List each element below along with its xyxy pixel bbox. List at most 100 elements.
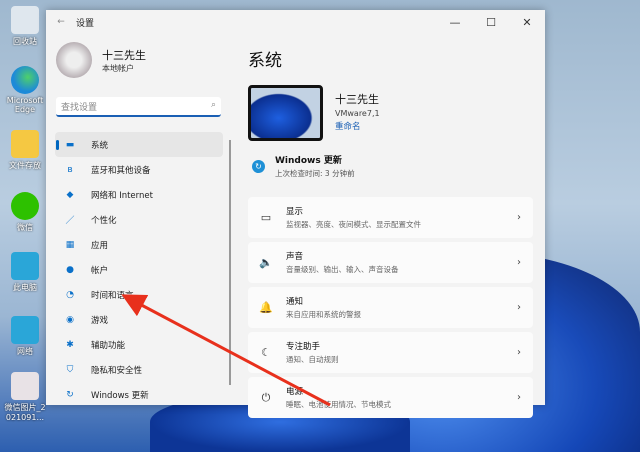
chevron-right-icon: › <box>517 257 521 268</box>
windows-update-status[interactable]: ↻ Windows 更新上次检查时间: 3 分钟前 <box>248 153 533 179</box>
sidebar-item-label: 隐私和安全性 <box>91 365 143 376</box>
sidebar-item-label: 系统 <box>91 140 109 151</box>
nav-icon: ▦ <box>65 239 75 250</box>
nav-icon: ● <box>66 264 74 275</box>
image-file-icon <box>11 372 39 400</box>
search-placeholder: 查找设置 <box>61 103 98 113</box>
minimize-button[interactable]: — <box>437 16 473 29</box>
recycle-bin-icon <box>11 6 39 34</box>
sidebar-item-label: 网络和 Internet <box>91 190 153 201</box>
sidebar-item[interactable]: ʙ 蓝牙和其他设备 <box>55 157 223 182</box>
sidebar-item[interactable]: ✱ 辅助功能 <box>55 332 223 357</box>
sidebar-item[interactable]: ◆ 网络和 Internet <box>55 182 223 207</box>
desktop-icon-edge[interactable]: Microsoft Edge <box>4 66 46 114</box>
chevron-right-icon: › <box>517 302 521 313</box>
card-subtitle: 监视器、亮度、夜间模式、显示配置文件 <box>286 220 421 229</box>
sidebar-nav: ▬ 系统 ʙ 蓝牙和其他设备 ◆ 网络和 Internet ／ 个性化 ▦ 应用 ● 帐户 ◔ 时间和语言… <box>55 132 223 407</box>
desktop-icon-label: 微信 <box>17 223 33 232</box>
rename-link[interactable]: 重命名 <box>335 120 380 132</box>
nav-icon: ◆ <box>66 189 74 200</box>
nav-icon: ◉ <box>66 314 74 325</box>
edge-icon <box>11 66 39 94</box>
card-subtitle: 睡眠、电池使用情况、节电模式 <box>286 400 391 409</box>
desktop-icon-this-pc[interactable]: 此电脑 <box>4 252 46 293</box>
sidebar-item[interactable]: ⛉ 隐私和安全性 <box>55 357 223 382</box>
settings-window: ← 设置 — ☐ ✕ 十三先生 本地帐户 查找设置 ⌕ ▬ 系统 ʙ 蓝牙和其他设备 ◆ 网络… <box>46 10 545 418</box>
card-subtitle: 音量级别、输出、输入、声音设备 <box>286 265 399 274</box>
update-title: Windows 更新 <box>275 156 342 166</box>
desktop-icon-folder[interactable]: 文件存放 <box>4 130 46 171</box>
update-icon: ↻ <box>252 159 265 173</box>
desktop-icon-label: 文件存放 <box>9 161 41 170</box>
sidebar-item[interactable]: ↻ Windows 更新 <box>55 382 223 407</box>
card-title: 通知 <box>286 297 304 307</box>
nav-icon: ʙ <box>67 164 73 175</box>
search-icon: ⌕ <box>210 100 216 110</box>
nav-icon: ▬ <box>65 139 75 150</box>
desktop-icon-wechat[interactable]: 微信 <box>4 192 46 233</box>
sidebar-item[interactable]: ● 帐户 <box>55 257 223 282</box>
nav-icon: ↻ <box>66 389 74 400</box>
settings-card[interactable]: ⏻ 电源睡眠、电池使用情况、节电模式 › <box>248 377 533 418</box>
user-profile[interactable]: 十三先生 本地帐户 <box>56 42 146 78</box>
maximize-button[interactable]: ☐ <box>473 16 509 29</box>
sidebar-item-label: 时间和语言 <box>91 290 134 301</box>
window-title: 设置 <box>76 18 95 29</box>
card-icon: ▭ <box>260 211 272 224</box>
card-title: 电源 <box>286 387 304 397</box>
settings-cards: ▭ 显示监视器、亮度、夜间模式、显示配置文件 › 🔈 声音音量级别、输出、输入、声音设备… <box>248 197 533 418</box>
desktop-thumbnail <box>248 85 323 141</box>
desktop-icon-image[interactable]: 微信图片_2021091... <box>4 372 46 422</box>
sidebar-item-label: 帐户 <box>91 265 109 276</box>
sidebar-item-label: Windows 更新 <box>91 390 149 401</box>
page-title: 系统 <box>248 51 282 71</box>
desktop-icon-label: 此电脑 <box>13 283 37 292</box>
sidebar-item[interactable]: ◉ 游戏 <box>55 307 223 332</box>
card-icon: ☾ <box>261 346 271 359</box>
sidebar-item[interactable]: ▦ 应用 <box>55 232 223 257</box>
desktop-icon-network[interactable]: 网络 <box>4 316 46 357</box>
settings-card[interactable]: 🔔 通知来自应用和系统的警报 › <box>248 287 533 328</box>
device-info: 十三先生 VMware7,1 重命名 <box>248 85 533 141</box>
account-type: 本地帐户 <box>102 63 134 73</box>
card-icon: 🔈 <box>259 256 273 269</box>
nav-icon: ⛉ <box>66 364 74 375</box>
card-icon: 🔔 <box>259 301 273 314</box>
card-icon: ⏻ <box>261 390 271 404</box>
sidebar-item-label: 辅助功能 <box>91 340 126 351</box>
desktop-icon-label: 微信图片_2021091... <box>4 403 46 422</box>
user-name: 十三先生 <box>102 48 146 62</box>
nav-icon: ◔ <box>66 289 74 300</box>
desktop-icon-label: 网络 <box>17 347 33 356</box>
back-button[interactable]: ← <box>46 17 76 27</box>
search-input[interactable]: 查找设置 ⌕ <box>56 97 221 117</box>
chevron-right-icon: › <box>517 392 521 403</box>
close-button[interactable]: ✕ <box>509 16 545 29</box>
network-icon <box>11 316 39 344</box>
chevron-right-icon: › <box>517 347 521 358</box>
card-title: 显示 <box>286 207 304 217</box>
device-model: VMware7,1 <box>335 109 380 118</box>
desktop-icon-recycle-bin[interactable]: 回收站 <box>4 6 46 47</box>
settings-card[interactable]: 🔈 声音音量级别、输出、输入、声音设备 › <box>248 242 533 283</box>
desktop-icon-label: 回收站 <box>13 37 37 46</box>
card-subtitle: 来自应用和系统的警报 <box>286 310 361 319</box>
nav-icon: ✱ <box>66 339 74 350</box>
folder-icon <box>11 130 39 158</box>
sidebar-item[interactable]: ◔ 时间和语言 <box>55 282 223 307</box>
settings-card[interactable]: ☾ 专注助手 通知、自动规则 › <box>248 332 533 373</box>
sidebar-scrollbar[interactable] <box>229 140 231 385</box>
nav-icon: ／ <box>65 216 75 226</box>
sidebar-item[interactable]: ／ 个性化 <box>55 207 223 232</box>
sidebar-item[interactable]: ▬ 系统 <box>55 132 223 157</box>
sidebar-item-label: 游戏 <box>91 315 109 326</box>
chevron-right-icon: › <box>517 212 521 223</box>
sidebar-item-label: 个性化 <box>91 215 117 226</box>
card-title: 声音 <box>286 252 304 262</box>
update-subtitle: 上次检查时间: 3 分钟前 <box>275 169 355 178</box>
wechat-icon <box>11 192 39 220</box>
card-title: 专注助手 <box>286 342 321 352</box>
avatar <box>56 42 92 78</box>
settings-card[interactable]: ▭ 显示监视器、亮度、夜间模式、显示配置文件 › <box>248 197 533 238</box>
monitor-icon <box>11 252 39 280</box>
